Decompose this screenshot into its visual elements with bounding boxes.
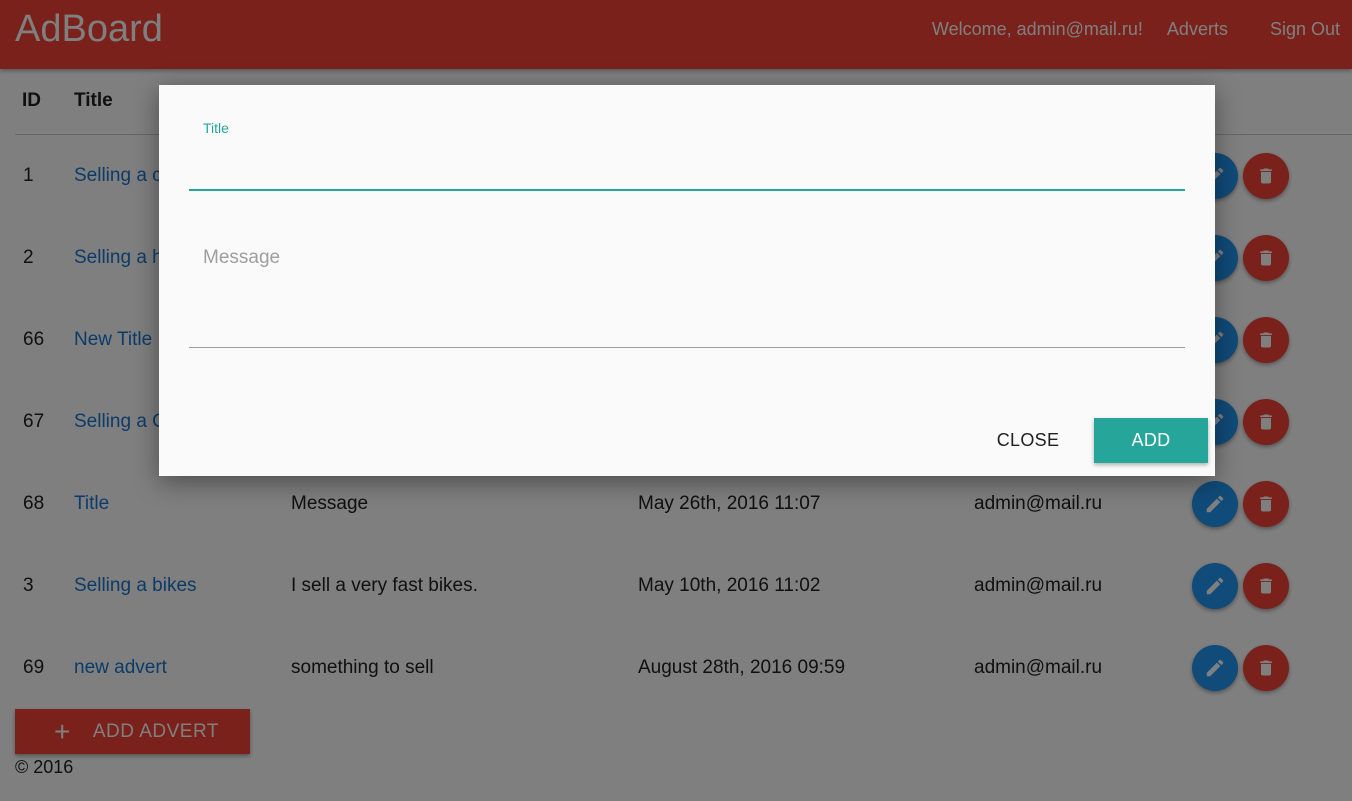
title-field-label: Title [203, 120, 229, 136]
add-advert-dialog: Title CLOSE ADD [159, 85, 1215, 476]
close-button[interactable]: CLOSE [981, 418, 1075, 462]
message-textarea[interactable] [189, 243, 1185, 348]
add-button[interactable]: ADD [1094, 418, 1208, 463]
title-input[interactable] [189, 143, 1185, 191]
